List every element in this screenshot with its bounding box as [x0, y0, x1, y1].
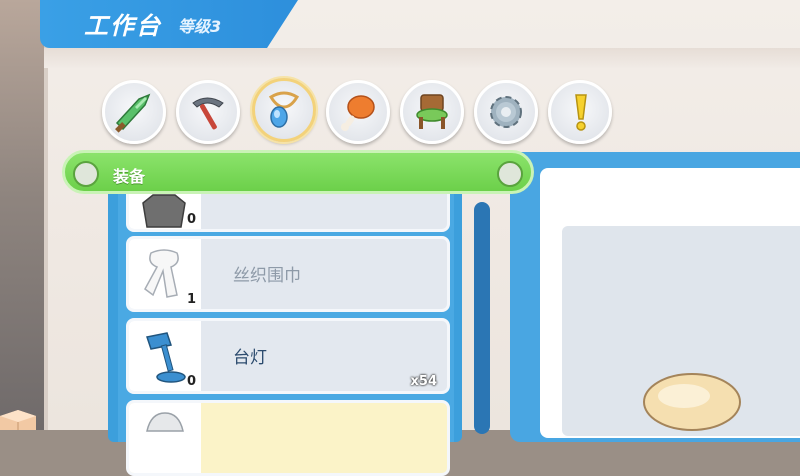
- item-name: 丝织围巾: [233, 266, 301, 286]
- chair-icon: [416, 94, 448, 129]
- list-item[interactable]: 0 台灯 x54: [126, 318, 450, 394]
- list-item[interactable]: 1 丝织围巾: [126, 236, 450, 312]
- pendant-icon: [268, 91, 300, 128]
- tab-weapons[interactable]: [102, 80, 166, 144]
- item-quantity: x54: [410, 374, 437, 389]
- sword-icon: [115, 93, 151, 133]
- category-tabs: [102, 78, 622, 148]
- category-label: 装备: [113, 167, 146, 186]
- item-count: 0: [187, 212, 197, 227]
- level-label: 等级3: [178, 17, 222, 36]
- title-strip: [44, 48, 800, 68]
- scarf-icon: [144, 249, 179, 298]
- gear-icon: [490, 96, 522, 128]
- pickaxe-icon: [192, 97, 224, 130]
- item-name: 台灯: [233, 348, 267, 368]
- tab-equipment[interactable]: [252, 78, 316, 142]
- title-bar: [40, 0, 298, 48]
- item-count: 0: [187, 374, 197, 389]
- crate-icon: [0, 410, 36, 430]
- desk-lamp-icon: [146, 332, 186, 383]
- exclamation-icon: [575, 94, 587, 131]
- item-preview: [562, 226, 800, 436]
- tab-furniture[interactable]: [400, 80, 464, 144]
- item-icon: [146, 412, 184, 432]
- category-bar: 装备: [62, 150, 534, 194]
- tab-parts[interactable]: [474, 80, 538, 144]
- gray-armor-icon: [142, 194, 186, 228]
- bread-item-icon: [643, 373, 741, 431]
- list-item[interactable]: [126, 400, 450, 476]
- list-scrollbar[interactable]: [474, 202, 490, 434]
- tab-tools[interactable]: [176, 80, 240, 144]
- drumstick-icon: [341, 95, 375, 131]
- tab-food[interactable]: [326, 80, 390, 144]
- tab-special[interactable]: [548, 80, 612, 144]
- bar-knob-right: [497, 161, 523, 187]
- item-count: 1: [187, 292, 197, 307]
- page-title: 工作台: [84, 12, 162, 40]
- bar-knob-left: [73, 161, 99, 187]
